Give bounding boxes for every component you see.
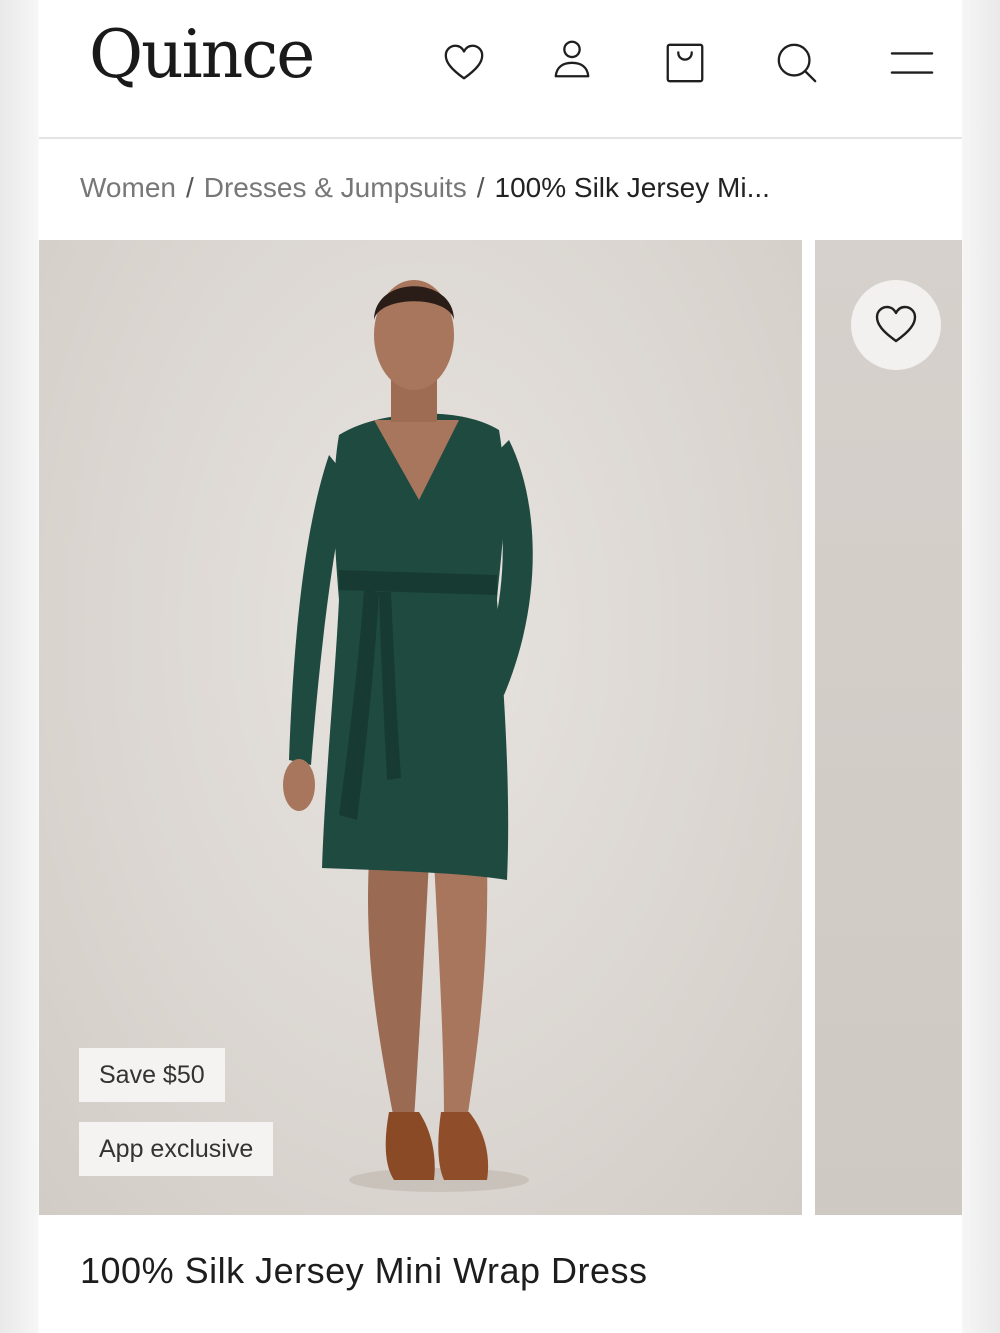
account-icon [554,40,590,78]
breadcrumb-current: 100% Silk Jersey Mi... [494,172,770,203]
save-badge: Save $50 [79,1048,225,1102]
search-icon [777,43,817,83]
favorite-button[interactable] [851,280,941,370]
app-exclusive-badge: App exclusive [79,1122,274,1176]
breadcrumb: Women / Dresses & Jumpsuits / 100% Silk Jers… [80,170,770,206]
menu-button[interactable] [887,38,937,88]
product-photo-next[interactable] [815,240,962,1215]
cart-button[interactable] [660,38,710,88]
shopping-bag-icon [666,43,704,83]
product-photo-main[interactable]: Save $50 App exclusive [39,240,802,1215]
account-button[interactable] [547,34,597,84]
product-title: 100% Silk Jersey Mini Wrap Dress [80,1250,648,1291]
wishlist-button[interactable] [439,38,489,88]
breadcrumb-women[interactable]: Women [80,172,176,203]
breadcrumb-separator: / [185,172,194,203]
heart-icon [875,305,917,343]
heart-icon [444,44,484,80]
product-image-gallery[interactable]: Save $50 App exclusive [39,240,962,1215]
breadcrumb-separator: / [476,172,485,203]
search-button[interactable] [772,38,822,88]
product-page: Quince Women / Dresses & Jumpsuits / 100… [39,0,962,1333]
menu-icon [890,52,934,74]
brand-logo[interactable]: Quince [89,22,315,88]
breadcrumb-dresses-jumpsuits[interactable]: Dresses & Jumpsuits [204,172,467,203]
site-header: Quince [39,0,962,139]
